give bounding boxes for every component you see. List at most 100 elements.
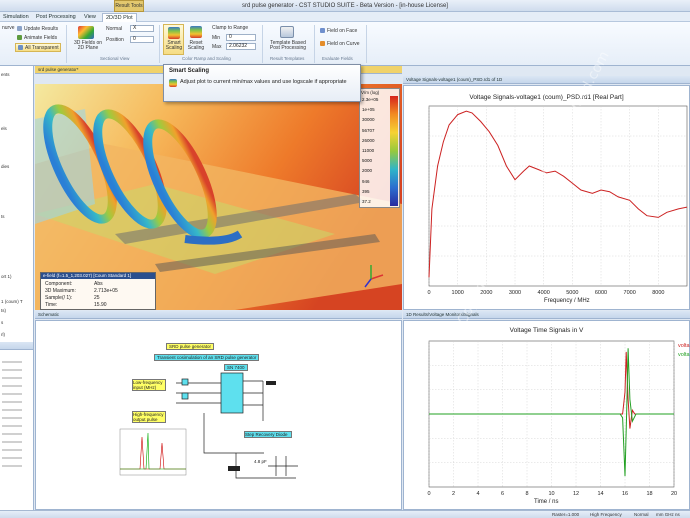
smart-scaling-tooltip: Smart Scaling Adjust plot to current min… [163,64,361,102]
reset-scaling-icon [190,26,202,38]
x-tick-label: 14 [597,491,603,497]
tree-item[interactable]: s [1,320,3,325]
tab-simulation[interactable]: Simulation [3,13,29,22]
field-on-curve-button[interactable]: Field on Curve [327,41,360,47]
chart2-xlabel: Time / ns [534,499,559,505]
update-results-button[interactable]: Update Results [24,26,58,32]
tree-item[interactable]: ts [1,214,5,219]
all-transparent-label: All Transparent [25,45,59,51]
animate-fields-icon [17,35,22,40]
smart-scaling-button[interactable]: Smart Scaling [163,24,184,55]
x-tick-label: 6 [501,491,504,497]
x-tick-label: 7000 [624,290,636,296]
chart1-svg: 0 1000 2000 3000 4000 5000 6000 7000 8000 [427,105,688,296]
chart-time-panel: Voltage Time Signals in V 0 2 4 6 8 10 12 14 16 1… [403,320,690,510]
info-value: 2.713e+05 [94,288,118,294]
legend-tick-label: 56707 [362,127,375,133]
status-bar: Raster=1.000 High Frequency Normal mm GH… [0,510,690,518]
tooltip-body: Adjust plot to current min/max values an… [180,79,347,85]
ribbon-separator [159,25,160,63]
app-title: srd pulse generator - CST STUDIO SUITE -… [242,3,448,9]
status-mode[interactable]: Normal [634,512,649,517]
info-value: Abs [94,281,103,287]
schematic-header: Schematic [35,311,402,319]
tree-item[interactable]: 1 (coum) T [1,299,23,304]
ribbon-item-nurve[interactable]: nurve [2,25,15,31]
legend-tick-label: 2.3e+05 [362,97,379,102]
legend-entry-2: volta [678,352,690,358]
legend-tick-label: 30000 [362,117,375,123]
context-tab-result-tools[interactable]: Result Tools [114,0,144,12]
field-on-face-button[interactable]: Field on Face [327,28,357,34]
legend-entry-1: volta [678,343,690,349]
evaluate-fields-group-label: Evaluate Fields [322,56,353,61]
min-label: Min [212,35,221,41]
tab-2d-3d-plot[interactable]: 2D/3D Plot [102,13,137,22]
x-tick-label: 4 [476,491,479,497]
ribbon-separator [66,25,67,63]
legend-tick-label: 946 [362,178,370,184]
x-tick-label: 1000 [452,290,464,296]
status-frequency[interactable]: High Frequency [590,512,622,517]
legend-tick-label: 2000 [362,168,373,174]
animate-fields-button[interactable]: Animate Fields [24,35,57,41]
position-input[interactable]: 0 [130,36,154,43]
x-tick-label: 2 [452,491,455,497]
schematic-drawing [119,372,298,479]
normal-label: Normal [106,26,123,32]
tree-item[interactable]: ts) [1,308,6,313]
info-label: 3D Maximum: [45,288,76,294]
x-tick-label: 10 [548,491,554,497]
chart1-xlabel: Frequency / MHz [544,298,590,304]
schematic-panel[interactable]: SRD pulse generator Transient cosimulati… [35,320,402,510]
min-input[interactable]: 0 [226,34,256,41]
x-tick-label: 5000 [566,290,578,296]
parameter-list [2,361,22,467]
fields-on-plane-button[interactable]: 3D Fields on 2D Plane [73,41,103,51]
ribbon-separator [262,25,263,63]
ribbon-separator [366,25,367,63]
info-value: 25 [94,295,100,301]
chart1-header: Voltage Signals-voltage1 (coum)_PSD.rd1 … [403,76,690,84]
tooltip-icon [169,79,177,87]
schematic-scope-plot [119,428,187,476]
legend-tick-label: 37.2 [362,199,371,204]
panel-header [0,342,33,350]
tree-item[interactable]: rl) [1,332,5,337]
info-value: 15.90 [94,302,107,308]
chart-frequency-panel: Voltage Signals-voltage1 (coum)_PSD.rd1 … [403,85,690,310]
legend-colorbar [390,96,398,206]
tab-view[interactable]: View [84,13,96,22]
clamp-to-range-checkbox[interactable]: Clamp to Range [212,25,248,31]
x-tick-label: 4000 [538,290,550,296]
transparent-icon [18,45,23,50]
tree-item[interactable]: els [1,126,7,131]
x-tick-label: 3000 [509,290,521,296]
x-tick-label: 12 [573,491,579,497]
x-tick-label: 8000 [652,290,664,296]
tab-3d-view-label: srd pulse generator* [38,67,79,72]
chart2-header: 1D Results\Voltage Monitors\Signals [403,311,690,319]
field-info-box: e-field (f=1.5_1,203.027) [Coum Standard… [40,272,156,310]
max-input[interactable]: 2.06232 [226,43,256,50]
ribbon: nurve Update Results Animate Fields All … [0,22,690,66]
legend-tick-label: 5000 [362,158,373,164]
template-post-processing-button[interactable]: Template Based Post Processing [266,41,310,51]
field-on-face-icon [320,28,325,33]
tree-item[interactable]: dies [1,164,9,169]
reset-scaling-button[interactable]: Reset Scaling [186,41,206,51]
ribbon-tabs: Simulation Post Processing View 2D/3D Pl… [0,12,690,22]
sectional-view-group-label: Sectional View [100,56,130,61]
tree-item[interactable]: ort 1) [1,274,12,279]
color-ramp-group-label: Color Ramp and Scaling [182,56,231,61]
tree-item[interactable]: ents [1,72,10,77]
x-tick-label: 16 [622,491,628,497]
position-label: Position [106,37,124,43]
navigation-tree-panel: ents els dies ts ort 1) 1 (coum) T ts) s… [0,66,34,518]
x-tick-label: 0 [427,290,430,296]
all-transparent-button[interactable]: All Transparent [15,43,61,52]
x-tick-label: 18 [646,491,652,497]
normal-select[interactable]: X [130,25,154,32]
legend-tick-label: 395 [362,188,370,194]
tab-post-processing[interactable]: Post Processing [36,13,76,22]
